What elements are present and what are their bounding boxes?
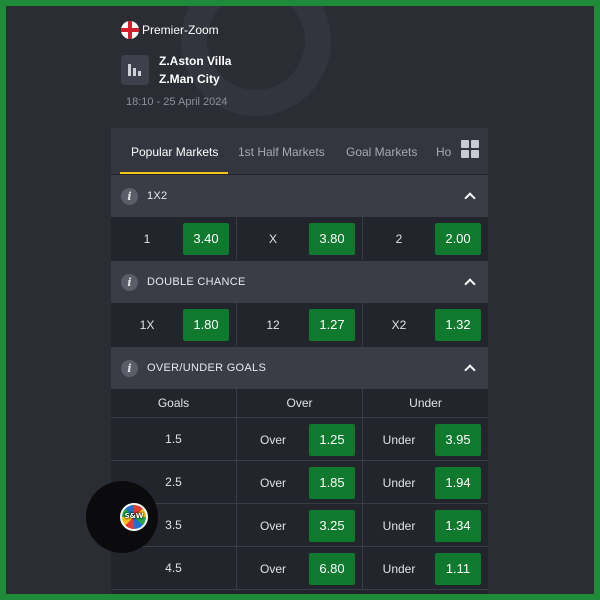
odds-button[interactable]: 3.95 (435, 424, 481, 456)
odds-button[interactable]: 1.94 (435, 467, 481, 499)
markets-panel: Popular Markets 1st Half Markets Goal Ma… (111, 128, 488, 594)
odds-button[interactable]: 3.80 (309, 223, 355, 255)
section-double-chance-header[interactable]: i DOUBLE CHANCE (111, 260, 488, 303)
app-frame: Premier-Zoom Z.Aston Villa Z.Man City 18… (6, 6, 594, 594)
odds-label: 12 (266, 318, 280, 332)
over-cell: Over 3.25 (237, 504, 363, 546)
odds-label: X2 (391, 318, 407, 332)
section-title: 1X2 (147, 190, 168, 202)
odds-cell: 1 3.40 (111, 217, 237, 260)
under-cell: Under 1.34 (363, 504, 488, 546)
odds-button[interactable]: 1.34 (435, 510, 481, 542)
section-title: DOUBLE CHANCE (147, 276, 246, 288)
chevron-up-icon[interactable] (464, 278, 476, 290)
odds-button[interactable]: 1.32 (435, 309, 481, 341)
chevron-up-icon[interactable] (464, 364, 476, 376)
odds-label: 1X (139, 318, 155, 332)
info-icon[interactable]: i (121, 188, 138, 205)
under-label: Under (382, 519, 416, 533)
over-cell: Over 1.25 (237, 418, 363, 460)
tab-more[interactable]: Ho (436, 145, 451, 159)
over-label: Over (259, 476, 286, 490)
odds-cell: 1X 1.80 (111, 303, 237, 346)
under-cell: Under 1.11 (363, 547, 488, 589)
odds-label: 2 (395, 232, 403, 246)
odds-button[interactable]: 2.00 (435, 223, 481, 255)
odds-button[interactable]: 1.85 (309, 467, 355, 499)
under-label: Under (382, 476, 416, 490)
spin-and-win-badge[interactable]: S&W (86, 481, 158, 553)
odds-cell: 2 2.00 (363, 217, 488, 260)
over-under-column-headers: Goals Over Under (111, 389, 488, 418)
over-label: Over (259, 519, 286, 533)
under-label: Under (382, 562, 416, 576)
away-team: Z.Man City (159, 72, 220, 86)
section-1x2-header[interactable]: i 1X2 (111, 174, 488, 217)
teams: Z.Aston Villa Z.Man City (159, 54, 231, 86)
odds-cell: X 3.80 (237, 217, 363, 260)
over-label: Over (259, 562, 286, 576)
goals-cell: 1.5 (111, 418, 237, 460)
league-name: Premier-Zoom (142, 23, 219, 37)
over-label: Over (259, 433, 286, 447)
section-title: OVER/UNDER GOALS (147, 362, 267, 374)
under-label: Under (382, 433, 416, 447)
odds-button[interactable]: 1.80 (183, 309, 229, 341)
badge-text: S&W (124, 512, 144, 520)
tab-popular-markets[interactable]: Popular Markets (131, 145, 218, 159)
tab-goal-markets[interactable]: Goal Markets (346, 145, 417, 159)
tab-1st-half-markets[interactable]: 1st Half Markets (238, 145, 325, 159)
info-icon[interactable]: i (121, 360, 138, 377)
odds-label: X (268, 232, 277, 246)
grid-menu-icon[interactable] (461, 140, 481, 160)
section-over-under-header[interactable]: i OVER/UNDER GOALS (111, 346, 488, 389)
column-header-under: Under (409, 396, 442, 410)
odds-button[interactable]: 1.11 (435, 553, 481, 585)
goals-cell: 4.5 (111, 547, 237, 589)
home-team: Z.Aston Villa (159, 54, 232, 68)
odds-row-double-chance: 1X 1.80 12 1.27 X2 1.32 (111, 303, 488, 346)
info-icon[interactable]: i (121, 274, 138, 291)
odds-button[interactable]: 3.40 (183, 223, 229, 255)
market-tabs: Popular Markets 1st Half Markets Goal Ma… (111, 128, 488, 174)
table-row: 3.5 Over 3.25 Under 1.34 (111, 504, 488, 547)
goals-value: 4.5 (165, 561, 182, 575)
teams-row: Z.Aston Villa Z.Man City (121, 54, 501, 86)
table-row: 4.5 Over 6.80 Under 1.11 (111, 547, 488, 590)
goals-value: 1.5 (165, 432, 182, 446)
odds-button[interactable]: 6.80 (309, 553, 355, 585)
under-cell: Under 3.95 (363, 418, 488, 460)
league-row: Premier-Zoom (121, 20, 501, 40)
odds-row-1x2: 1 3.40 X 3.80 2 2.00 (111, 217, 488, 260)
odds-button[interactable]: 1.27 (309, 309, 355, 341)
flag-england-icon (121, 21, 139, 39)
stats-icon[interactable] (121, 55, 149, 85)
table-row: 1.5 Over 1.25 Under 3.95 (111, 418, 488, 461)
odds-cell: 12 1.27 (237, 303, 363, 346)
over-cell: Over 1.85 (237, 461, 363, 503)
over-cell: Over 6.80 (237, 547, 363, 589)
odds-cell: X2 1.32 (363, 303, 488, 346)
match-header: Premier-Zoom Z.Aston Villa Z.Man City 18… (121, 20, 501, 120)
column-header-goals: Goals (111, 389, 237, 417)
under-cell: Under 1.94 (363, 461, 488, 503)
odds-button[interactable]: 1.25 (309, 424, 355, 456)
table-row: 2.5 Over 1.85 Under 1.94 (111, 461, 488, 504)
column-header-over: Over (237, 389, 363, 417)
odds-label: 1 (143, 232, 151, 246)
odds-button[interactable]: 3.25 (309, 510, 355, 542)
match-datetime: 18:10 - 25 April 2024 (126, 96, 228, 108)
chevron-up-icon[interactable] (464, 192, 476, 204)
